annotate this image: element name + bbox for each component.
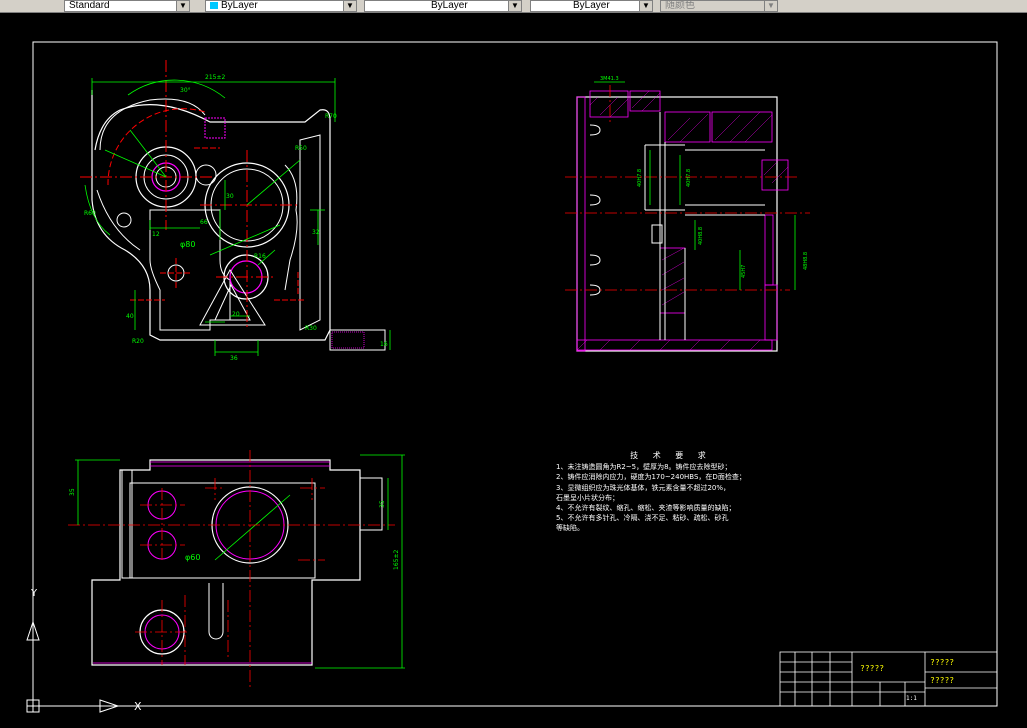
plotstyle-value: 随颜色 — [665, 0, 695, 11]
dim-32: 32 — [312, 229, 320, 236]
dim-r60: R60 — [84, 210, 96, 217]
technical-requirements: 技 术 要 求 1、未注铸造圆角为R2~5，壁厚为8。铸件应去除型砂； 2、铸件… — [556, 451, 786, 534]
title-block-name: ????? — [860, 664, 884, 673]
side-dim-48: 48H8.8 — [803, 252, 809, 270]
dim-12: 12 — [152, 231, 160, 238]
plotstyle-dropdown[interactable]: 随颜色 ▼ — [660, 0, 778, 12]
properties-toolbar: Standard ▼ ByLayer ▼ ByLayer ▼ ByLayer ▼… — [0, 0, 1027, 13]
dim-30: 30 — [226, 193, 234, 200]
top-dim-35b: 35 — [379, 500, 386, 508]
ucs-icon — [26, 600, 130, 713]
title-block-drawing-no: ????? — [930, 676, 954, 685]
top-view: 35 35 165±2 φ60 — [68, 450, 405, 690]
chevron-down-icon[interactable]: ▼ — [508, 1, 521, 11]
dim-40: 40 — [126, 313, 134, 320]
text-style-dropdown[interactable]: Standard ▼ — [64, 0, 190, 12]
notes-title: 技 术 要 求 — [630, 451, 712, 460]
dim-top-width: 215±2 — [205, 74, 225, 81]
title-block-material: ????? — [930, 658, 954, 667]
title-block — [779, 651, 998, 707]
side-dim-top: 3M41.3 — [600, 76, 619, 82]
notes-line: 4、不允许有裂纹、缩孔、缩松、夹渣等影响质量的缺陷； — [556, 504, 736, 513]
text-style-value: Standard — [69, 0, 110, 11]
drawing-border — [32, 41, 998, 707]
drawing-canvas[interactable]: 215±2 30° R70 R50 φ80 12 66 32 30 40 36 … — [0, 13, 1027, 728]
side-dim-phi1: 40H7.8 — [637, 169, 643, 187]
title-block-scale: 1:1 — [906, 695, 917, 702]
lineweight-value: ByLayer — [573, 0, 610, 11]
dim-angle: 30° — [180, 87, 191, 94]
side-dim-45: 45H7 — [741, 265, 747, 278]
linetype-dropdown[interactable]: ByLayer ▼ — [364, 0, 522, 12]
color-swatch-icon — [210, 1, 218, 9]
notes-line: 1、未注铸造圆角为R2~5，壁厚为8。铸件应去除型砂； — [556, 463, 732, 472]
dim-r16: R16 — [254, 253, 266, 260]
linetype-value: ByLayer — [431, 0, 468, 11]
side-dim-phi2: 40H7.8 — [686, 169, 692, 187]
dim-phi80: φ80 — [180, 240, 195, 249]
notes-line: 2、铸件应消除内应力，硬度为170~240HBS，在D面检查； — [556, 473, 746, 482]
color-dropdown[interactable]: ByLayer ▼ — [205, 0, 357, 12]
dim-r70: R70 — [325, 113, 337, 120]
color-value: ByLayer — [221, 0, 258, 11]
notes-line: 石墨呈小片状分布； — [556, 493, 619, 502]
chevron-down-icon[interactable]: ▼ — [176, 1, 189, 11]
chevron-down-icon[interactable]: ▼ — [343, 1, 356, 11]
front-view: 215±2 30° R70 R50 φ80 12 66 32 30 40 36 … — [80, 60, 391, 362]
top-dim-35a: 35 — [69, 488, 76, 496]
notes-line: 等缺陷。 — [556, 524, 584, 533]
top-dim-phi60: φ60 — [185, 553, 200, 562]
top-dim-165: 165±2 — [393, 550, 400, 570]
lineweight-dropdown[interactable]: ByLayer ▼ — [530, 0, 653, 12]
dim-16: 16 — [380, 341, 388, 348]
notes-line: 3、显微组织应为珠光体基体，铁元素含量不超过20%， — [556, 483, 731, 492]
dim-r20: R20 — [132, 338, 144, 345]
dim-36: 36 — [230, 355, 238, 362]
notes-line: 5、不允许有多针孔、冷隔、浇不足、粘砂、疏松、砂孔 — [556, 514, 729, 523]
side-dim-phi3: 40H8.8 — [698, 227, 704, 245]
side-section-view: 3M41.3 40H7.8 40H7.8 40H8.8 45H7 48H8.8 — [565, 76, 810, 352]
dim-r50: R50 — [295, 145, 307, 152]
chevron-down-icon[interactable]: ▼ — [764, 1, 777, 11]
chevron-down-icon[interactable]: ▼ — [639, 1, 652, 11]
dim-66: 66 — [200, 219, 208, 226]
dim-20: 20 — [232, 311, 240, 318]
ucs-x-label: X — [134, 700, 142, 713]
ucs-y-label: Y — [31, 588, 38, 599]
dim-r30: R30 — [305, 325, 317, 332]
